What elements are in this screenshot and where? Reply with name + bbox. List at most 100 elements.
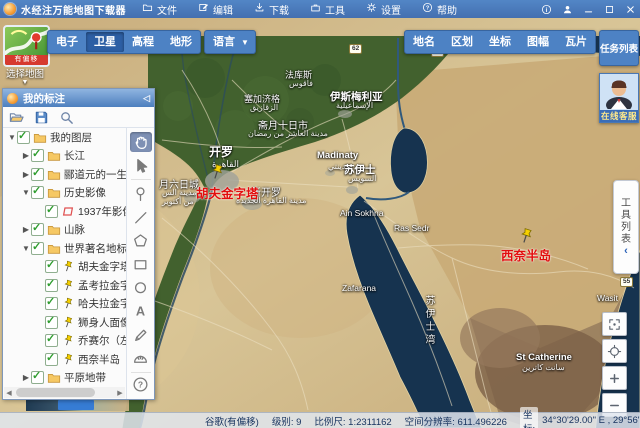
map-type-地形[interactable]: 地形 [162,32,200,52]
expander-icon[interactable]: ▼ [21,188,31,197]
checkbox[interactable]: ✓ [31,370,44,385]
maximize-icon[interactable] [603,3,615,15]
select-map-button[interactable]: 选择地图 ▼ [1,66,49,86]
pencil-tool-icon[interactable] [130,324,152,344]
fit-extent-icon[interactable] [602,312,627,336]
coordinates-value: 34°30'29.00" E , 29°56'09.22" N [542,415,640,426]
coordinates-label: 坐标: [519,406,539,428]
overlay-toggle-地名[interactable]: 地名 [405,32,443,52]
close-icon[interactable] [624,3,636,15]
pan-hand-icon[interactable] [129,131,152,152]
tree-row[interactable]: ▼ ✓ 我的图层 [3,128,126,147]
tool-list-tab[interactable]: 工具列表 ‹ [613,180,639,274]
point-marker-icon[interactable] [130,183,152,203]
overlay-toggle-坐标[interactable]: 坐标 [481,32,519,52]
scrollbar-thumb[interactable] [16,388,95,397]
menu-帮助[interactable]: ? 帮助 [422,2,457,17]
tree-row[interactable]: ▶ ✓ 长江 [3,147,126,166]
polygon-tool-icon[interactable] [130,230,152,250]
open-folder-icon[interactable] [9,110,24,125]
checkbox[interactable]: ✓ [31,148,44,163]
expander-icon[interactable]: ▶ [21,170,31,179]
checkbox[interactable]: ✓ [31,185,44,200]
tree-row[interactable]: ✓ 哈夫拉金字塔 [3,295,126,314]
line-tool-icon[interactable] [130,207,152,227]
expander-icon[interactable]: ▼ [7,133,17,142]
tree-row[interactable]: ▼ ✓ 世界著名地标 [3,239,126,258]
offset-badge: 有偏移 [5,55,48,65]
expander-icon[interactable]: ▼ [21,244,31,253]
menu-编辑[interactable]: 编辑 [198,2,233,17]
tree-row[interactable]: ▶ ✓ 郦道元的一生 [3,165,126,184]
menu-文件[interactable]: 文件 [142,2,177,17]
map-type-高程[interactable]: 高程 [124,32,162,52]
expander-icon[interactable]: ▶ [21,373,31,382]
tree-row[interactable]: ✓ 胡夫金字塔 [3,258,126,277]
checkbox[interactable]: ✓ [45,203,58,218]
status-items: 谷歌(有偏移) 级别: 9 比例尺: 1:2311162 空间分辨率: 611.496… [205,414,520,428]
tree-row[interactable]: ▼ ✓ 历史影像 [3,184,126,203]
svg-text:?: ? [426,6,430,12]
overlay-toggle-瓦片[interactable]: 瓦片 [557,32,595,52]
checkbox[interactable]: ✓ [17,130,30,144]
help-icon: ? [422,2,433,16]
checkbox[interactable]: ✓ [31,241,44,255]
save-icon[interactable] [34,110,49,125]
check-mark: ✓ [32,185,42,198]
check-mark: ✓ [32,370,42,383]
expander-icon[interactable]: ▶ [21,151,31,160]
panel-header: 我的标注 ◁ [3,89,154,107]
help-icon[interactable]: ? [130,375,152,395]
checkbox[interactable]: ✓ [31,222,44,237]
tree-row[interactable]: ✓ 狮身人面像 [3,313,126,332]
select-cursor-icon[interactable] [130,155,152,175]
tool-tab-char: 列 [621,222,631,233]
checkbox[interactable]: ✓ [45,315,58,329]
overlay-toggle-图幅[interactable]: 图幅 [519,32,557,52]
horizontal-scrollbar[interactable]: ◀ ▶ [4,387,125,398]
checkbox[interactable]: ✓ [45,351,58,366]
title-bar: 水经注万能地图下载器 文件 编辑 下载 工具 设置? 帮助 i [0,0,640,18]
map-type-电子[interactable]: 电子 [48,32,86,52]
check-mark: ✓ [46,351,56,364]
tree-row[interactable]: ✓ 孟考拉金字塔 [3,276,126,295]
menu-下载[interactable]: 下载 [254,2,289,17]
ellipse-tool-icon[interactable] [130,277,152,297]
checkbox[interactable]: ✓ [45,259,58,274]
menu-设置[interactable]: 设置 [366,2,401,17]
checkbox[interactable]: ✓ [31,167,44,181]
collapse-panel-icon[interactable]: ◁ [143,93,150,104]
checkbox[interactable]: ✓ [45,278,58,292]
scroll-right-icon[interactable]: ▶ [115,389,125,397]
tree-row[interactable]: ✓ 乔赛尔（左赛尔 [3,332,126,351]
rectangle-tool-icon[interactable] [130,254,152,274]
text-tool-icon[interactable]: A [130,301,152,321]
tree-row[interactable]: ▶ ✓ 平原地带 [3,369,126,387]
chevron-left-icon: ‹ [624,245,628,257]
map-source-logo[interactable]: 有偏移 [3,25,50,67]
search-icon[interactable] [59,110,74,125]
measure-tool-icon[interactable] [130,348,152,368]
zoom-in-icon[interactable] [602,366,627,390]
checkbox[interactable]: ✓ [45,296,58,311]
menu-工具[interactable]: 工具 [310,2,345,17]
tree-row[interactable]: ✓ 1937年影像 [3,202,126,221]
minimize-icon[interactable] [582,3,594,15]
checkbox[interactable]: ✓ [45,333,58,348]
map-type-卫星[interactable]: 卫星 [86,32,124,52]
pin-icon [61,297,75,310]
task-list-button[interactable]: 任务列表 [599,30,639,66]
expander-icon[interactable]: ▶ [21,225,31,234]
tree-row[interactable]: ▶ ✓ 山脉 [3,221,126,240]
user-icon[interactable] [561,3,573,15]
pin-icon [61,334,75,347]
info-icon[interactable]: i [540,3,552,15]
locate-icon[interactable] [602,339,627,363]
scrollbar-track[interactable] [14,388,115,397]
check-mark: ✓ [46,203,56,216]
scroll-left-icon[interactable]: ◀ [4,389,14,397]
overlay-toggle-区划[interactable]: 区划 [443,32,481,52]
tree-row[interactable]: ✓ 西奈半岛 [3,350,126,369]
online-support-button[interactable]: 在线客服 [599,73,639,123]
language-dropdown[interactable]: 语言 ▼ [204,30,256,54]
